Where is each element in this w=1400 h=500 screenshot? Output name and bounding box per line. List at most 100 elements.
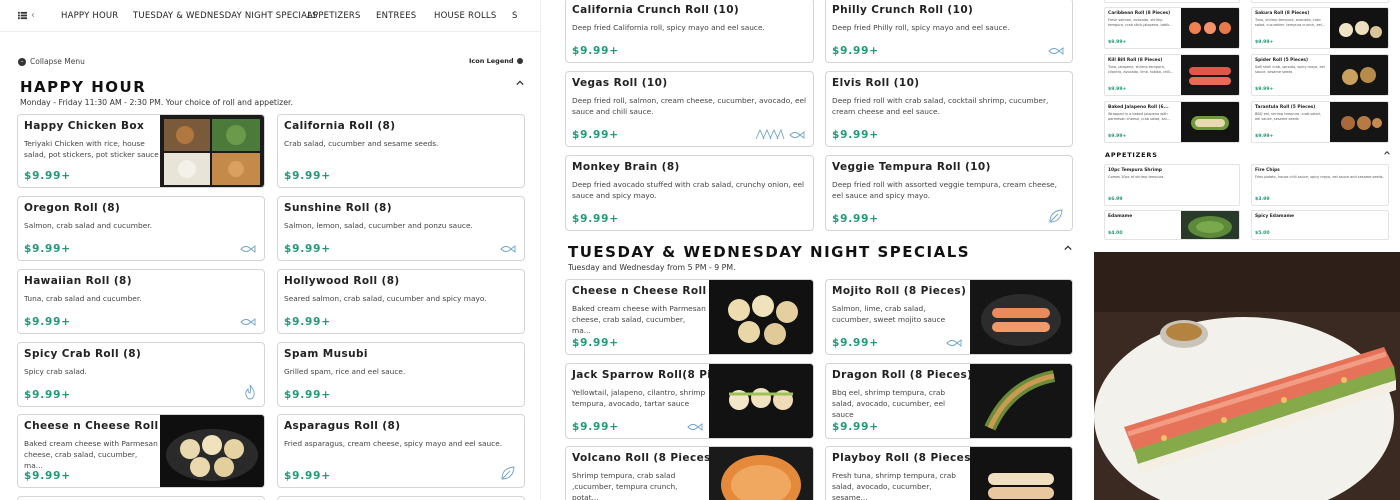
menu-item-card[interactable]: Spam Musubi Grilled spam, rice and eel s… (277, 342, 525, 407)
item-photo (970, 364, 1072, 438)
chevron-up-icon[interactable] (1064, 244, 1072, 252)
section-subtitle-specials: Tuesday and Wednesday from 5 PM - 9 PM. (568, 263, 736, 272)
menu-item-card[interactable] (17, 496, 265, 500)
featured-food-photo (1094, 252, 1400, 500)
item-name: Philly Crunch Roll (10) (832, 4, 974, 16)
menu-item-card[interactable]: Jack Sparrow Roll(8 Pieces) Yellowtail, … (565, 363, 814, 439)
item-description: Deep fried roll with crab salad, cocktai… (832, 96, 1049, 116)
item-name: California Crunch Roll (10) (572, 4, 740, 16)
menu-item-card[interactable]: Happy Chicken Box Teriyaki Chicken with … (17, 114, 265, 188)
menu-item-card[interactable]: Spicy Crab Roll (8) Spicy crab salad. $9… (17, 342, 265, 407)
menu-item-card[interactable]: Oregon Roll (8) Salmon, crab salad and c… (17, 196, 265, 261)
item-price: $5.00 (1255, 231, 1270, 236)
item-price: $9.99+ (1108, 134, 1127, 139)
menu-item-card[interactable]: California Roll (8) Crab salad, cucumber… (277, 114, 525, 188)
list-menu-icon[interactable] (18, 11, 27, 20)
fish-icon (946, 339, 962, 347)
item-price: $9.99+ (1108, 40, 1127, 45)
fish-icon (687, 423, 703, 431)
item-price: $9.99+ (572, 45, 619, 57)
menu-item-card[interactable]: Vegas Roll (10) Deep fried roll, salmon,… (565, 71, 814, 147)
menu-item-card[interactable] (277, 496, 525, 500)
item-price: $9.99+ (832, 213, 879, 225)
item-price: $9.99+ (572, 421, 619, 433)
nav-item-happy-hour[interactable]: HAPPY HOUR (61, 11, 118, 21)
menu-item-card[interactable]: 10pc Tempura Shrimp Comes 10pc of shrimp… (1104, 164, 1240, 206)
chevron-left-icon[interactable]: ‹ (31, 10, 35, 21)
section-title-appetizers: APPETIZERS (1105, 151, 1158, 159)
menu-item-card[interactable]: Monkey Brain (8) Deep fried avocado stuf… (565, 155, 814, 231)
fish-icon (240, 245, 256, 253)
menu-item-card[interactable]: Sunshine Roll (8) Salmon, lemon, salad, … (277, 196, 525, 261)
menu-item-card[interactable]: Fire Chips Fries potato, house chili sau… (1251, 164, 1389, 206)
chevron-up-icon[interactable] (1384, 150, 1390, 156)
menu-item-card[interactable]: Hawaiian Roll (8) Tuna, crab salad and c… (17, 269, 265, 334)
item-description: Grilled spam, rice and eel sauce. (284, 367, 406, 376)
item-description: Tuna, jalapeno, shrimp tempura, cilantro… (1108, 65, 1174, 74)
nav-item-specials[interactable]: TUESDAY & WEDNESDAY NIGHT SPECIALS (133, 11, 318, 21)
item-description: Comes 10pc of shrimp tempura. (1108, 175, 1165, 179)
item-price: $3.99 (1255, 197, 1270, 202)
menu-item-card[interactable]: Asparagus Roll (8) Fried asparagus, crea… (277, 414, 525, 488)
item-name: Edamame (1108, 214, 1133, 219)
menu-item-card[interactable]: Sakura Roll (8 Pieces) Tuna, shrimp temp… (1251, 7, 1389, 49)
menu-item-card[interactable]: Caribbean Roll (8 Pieces) Fresh salmon, … (1104, 7, 1240, 49)
item-photo (970, 447, 1072, 500)
item-price: $9.99+ (832, 421, 879, 433)
item-photo (1181, 211, 1239, 239)
menu-item-card[interactable] (1104, 0, 1240, 3)
collapse-menu-button[interactable]: – Collapse Menu (18, 57, 85, 66)
item-description: Deep fried California roll, spicy mayo a… (572, 23, 765, 32)
item-photo (1181, 55, 1239, 95)
menu-item-card[interactable]: Cheese n Cheese Roll (8) Baked cream che… (17, 414, 265, 488)
item-name: California Roll (8) (284, 120, 396, 132)
category-nav: ‹ HAPPY HOUR TUESDAY & WEDNESDAY NIGHT S… (0, 0, 540, 32)
item-photo (1330, 8, 1388, 48)
menu-item-card[interactable]: Dragon Roll (8 Pieces) Bbq eel, shrimp t… (825, 363, 1073, 439)
item-photo (970, 280, 1072, 354)
item-price: $9.99+ (1255, 87, 1274, 92)
menu-item-card[interactable]: Baked Jalapeno Roll (6... Wrapped in a b… (1104, 101, 1240, 143)
menu-item-card[interactable]: Hollywood Roll (8) Seared salmon, crab s… (277, 269, 525, 334)
item-name: Dragon Roll (8 Pieces) (832, 369, 973, 381)
menu-item-card[interactable]: Philly Crunch Roll (10) Deep fried Phill… (825, 0, 1073, 63)
item-name: Asparagus Roll (8) (284, 420, 401, 432)
icon-legend-button[interactable]: Icon Legend (469, 57, 523, 65)
menu-item-card[interactable]: Spicy Edamame $5.00 (1251, 210, 1389, 240)
menu-item-card[interactable]: Elvis Roll (10) Deep fried roll with cra… (825, 71, 1073, 147)
minus-circle-icon: – (18, 57, 26, 66)
item-price: $9.99+ (1108, 87, 1127, 92)
menu-item-card[interactable]: Mojito Roll (8 Pieces) Salmon, lime, cra… (825, 279, 1073, 355)
nav-item-appetizers[interactable]: APPETIZERS (307, 11, 361, 21)
menu-item-card[interactable]: Veggie Tempura Roll (10) Deep fried roll… (825, 155, 1073, 231)
item-description: Yellowtail, jalapeno, cilantro, shrimp t… (572, 388, 706, 408)
item-name: Veggie Tempura Roll (10) (832, 161, 991, 173)
item-description: Deep fried roll, salmon, cream cheese, c… (572, 96, 807, 116)
section-title-specials: TUESDAY & WEDNESDAY NIGHT SPECIALS (568, 243, 971, 261)
item-description: Salmon, crab salad and cucumber. (24, 221, 152, 230)
menu-item-card[interactable]: Kill Bill Roll (8 Pieces) Tuna, jalapeno… (1104, 54, 1240, 96)
nav-item-entrees[interactable]: ENTREES (376, 11, 416, 21)
menu-item-card[interactable]: Playboy Roll (8 Pieces) Fresh tuna, shri… (825, 446, 1073, 500)
menu-item-card[interactable]: Spider Roll (5 Pieces) Soft shell crab, … (1251, 54, 1389, 96)
item-description: Seared salmon, crab salad, cucumber and … (284, 294, 487, 303)
nav-item-more[interactable]: S (512, 11, 518, 21)
fish-icon (1048, 47, 1064, 55)
item-price: $9.99+ (284, 170, 331, 182)
menu-item-card[interactable]: Cheese n Cheese Roll (8... Baked cream c… (565, 279, 814, 355)
menu-item-card[interactable]: Edamame $4.00 (1104, 210, 1240, 240)
item-name: Oregon Roll (8) (24, 202, 121, 214)
item-description: Salmon, lemon, salad, cucumber and ponzu… (284, 221, 473, 230)
item-name: Hollywood Roll (8) (284, 275, 400, 287)
menu-item-card[interactable]: Volcano Roll (8 Pieces) Shrimp tempura, … (565, 446, 814, 500)
item-price: $9.99+ (24, 243, 71, 255)
item-name: Sakura Roll (8 Pieces) (1255, 11, 1310, 16)
menu-column-right: Caribbean Roll (8 Pieces) Fresh salmon, … (1094, 0, 1400, 500)
item-name: Kill Bill Roll (8 Pieces) (1108, 58, 1163, 63)
item-name: Cheese n Cheese Roll (8) (24, 420, 181, 432)
menu-item-card[interactable]: Tarantula Roll (5 Pieces) BBQ eel, shrim… (1251, 101, 1389, 143)
menu-item-card[interactable] (1251, 0, 1389, 3)
chevron-up-icon[interactable] (516, 79, 524, 87)
menu-item-card[interactable]: California Crunch Roll (10) Deep fried C… (565, 0, 814, 63)
nav-item-house-rolls[interactable]: HOUSE ROLLS (434, 11, 496, 21)
